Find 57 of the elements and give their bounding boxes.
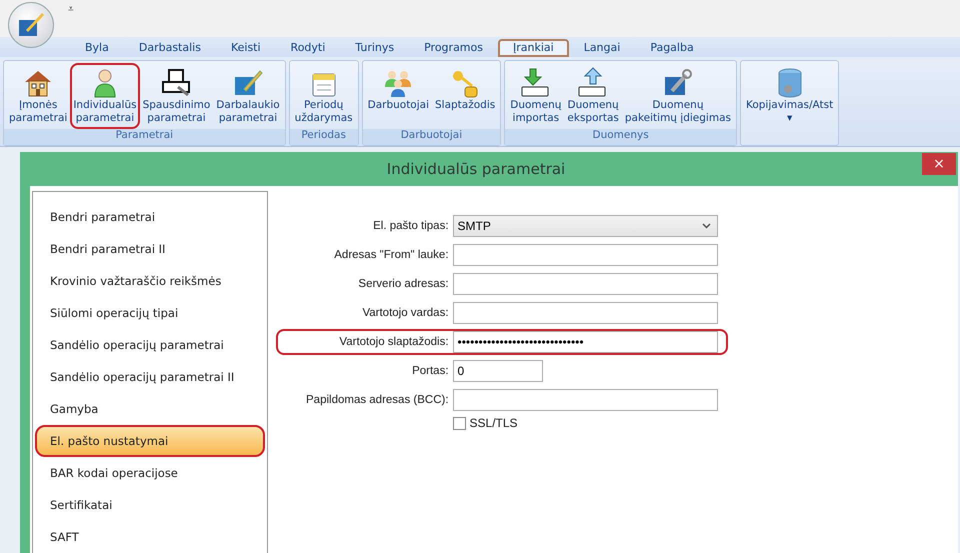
group-label: Periodas [290,129,358,145]
menu-tab[interactable]: Langai [568,39,636,56]
list-item[interactable]: Siūlomi operacijų tipai [35,297,265,329]
field-label: Papildomas adresas (BCC): [306,394,449,406]
list-item[interactable]: Krovinio važtaraščio reikšmės [35,265,265,297]
menu-tab[interactable]: Įrankiai [498,39,569,56]
input-field[interactable] [452,273,718,295]
list-item[interactable]: BAR kodai operacijose [35,457,265,489]
field-label: Vartotojo vardas: [361,307,449,319]
field-label: Portas: [411,365,449,377]
field-label: Adresas "From" lauke: [333,249,449,261]
list-item[interactable]: Gamyba [35,393,265,425]
input-field[interactable] [452,302,718,324]
menu-tab[interactable]: Programos [409,39,498,56]
close-button[interactable]: × [922,153,956,175]
ribbon-button[interactable]: Darbuotojai [364,62,432,116]
app-logo-button[interactable] [8,2,54,48]
input-field[interactable]: 0 [452,360,543,382]
checkbox-label: SSL/TLS [470,416,518,430]
ribbon-button[interactable]: Slaptažodis [432,62,498,116]
dialog-title: Individualūs parametrai [386,160,566,178]
checkbox[interactable] [452,416,466,430]
list-item[interactable]: Bendri parametrai II [35,233,265,265]
field-label: El. pašto tipas: [372,220,449,232]
input-field[interactable] [452,244,718,266]
list-item[interactable]: Sandėlio operacijų parametrai [35,329,265,361]
ribbon-button[interactable]: Periodų uždarymas [292,62,356,128]
ribbon-button[interactable]: Įmonės parametrai [6,62,70,128]
ribbon-button[interactable]: Individualūs parametrai [70,62,140,128]
printer-icon [160,66,192,98]
ribbon-button[interactable]: Darbalaukio parametrai [213,62,283,128]
menu-tab[interactable]: Keisti [216,39,276,56]
ribbon-button[interactable]: Duomenų eksportas [564,62,622,128]
ribbon-button[interactable]: Spausdinimo parametrai [140,62,214,128]
list-item[interactable]: SAFT [35,521,265,553]
ribbon-button[interactable]: Duomenų pakeitimų įdiegimas [622,62,734,128]
menu-tab[interactable]: Pagalba [635,39,709,56]
menu-tab[interactable]: Turinys [340,39,410,56]
email-type-dropdown[interactable]: SMTP [452,215,718,237]
list-item[interactable]: Sandėlio operacijų parametrai II [35,361,265,393]
menu-tab[interactable]: Rodyti [276,39,340,56]
ribbon-button[interactable]: Duomenų importas [507,62,564,128]
input-field[interactable]: •••••••••••••••••••••••••••••• [452,331,718,353]
list-item[interactable]: El. pašto nustatymai [35,425,265,457]
group-label: Darbuotojai [362,129,500,145]
chevron-down-icon [702,223,711,229]
ribbon-button[interactable]: Kopijavimas/Atst ▾ [742,62,836,128]
field-label: Serverio adresas: [357,278,449,290]
menu-tab[interactable]: Darbastalis [124,39,216,56]
menu-tab[interactable]: Byla [70,39,124,56]
quick-access-menu[interactable]: ⩡ [68,4,74,15]
group-label: Duomenys [505,129,736,145]
list-item[interactable]: Bendri parametrai [35,201,265,233]
list-item[interactable]: Sertifikatai [35,489,265,521]
field-label: Vartotojo slaptažodis: [338,336,449,348]
input-field[interactable] [452,389,718,411]
group-label: Parametrai [4,129,285,145]
